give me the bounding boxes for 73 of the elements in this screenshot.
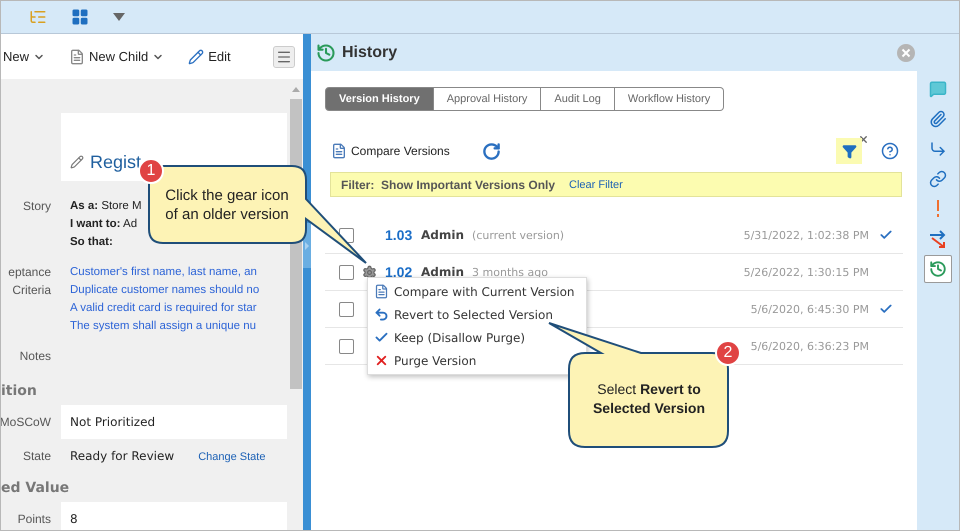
field-value: Not Prioritized [70, 415, 156, 429]
document-icon [331, 143, 347, 159]
version-date: 5/6/2020, 6:45:30 PM [750, 302, 869, 316]
author-name: Admin [421, 228, 464, 242]
field-label: Story [22, 198, 51, 215]
tab[interactable]: Version History [325, 87, 434, 111]
callout-text: Click the gear icon of an older version [164, 186, 290, 224]
change-state-link[interactable]: Change State [198, 451, 266, 463]
field-label: Notes [18, 348, 51, 365]
tab[interactable]: Approval History [434, 87, 542, 111]
compare-versions-button[interactable]: Compare Versions [331, 143, 450, 159]
exclamation-icon [936, 200, 940, 218]
history-icon [929, 260, 947, 278]
crossed-arrows-icon [928, 229, 948, 249]
clear-icon[interactable] [858, 134, 869, 145]
version-link[interactable]: 1.02 [385, 264, 421, 280]
cross-icon [374, 353, 389, 368]
pencil-icon [188, 48, 204, 64]
menu-icon [276, 48, 292, 64]
sidebar-button[interactable] [924, 255, 952, 283]
author-name: Admin [421, 265, 464, 279]
field-label: Points [16, 511, 51, 528]
menu-item[interactable]: Purge Version [368, 349, 480, 372]
refresh-icon[interactable] [482, 142, 501, 160]
clear-filter-link[interactable]: Clear Filter [569, 178, 623, 190]
document-icon [374, 284, 389, 299]
history-icon [316, 42, 336, 62]
tab[interactable]: Workflow History [614, 87, 724, 111]
row-checkbox[interactable] [339, 338, 354, 354]
dropdown-triangle-icon[interactable] [113, 13, 125, 21]
step-badge: 2 [715, 340, 741, 366]
menu-item[interactable]: Revert to Selected Version [368, 303, 557, 326]
funnel-icon [842, 144, 856, 158]
new-child-button[interactable]: New Child [69, 48, 164, 64]
menu-item[interactable]: Compare with Current Version [368, 280, 579, 303]
field-label: State [22, 448, 51, 465]
field-value: 8 [70, 512, 78, 526]
document-icon [69, 48, 86, 64]
menu-button[interactable] [273, 46, 295, 68]
section-heading: ition [1, 382, 38, 401]
version-note: (current version) [472, 228, 564, 242]
story-line: I want to: Ad [70, 217, 138, 232]
panel-title: History [342, 44, 398, 62]
new-button[interactable]: New [3, 49, 46, 64]
menu-item[interactable]: Keep (Disallow Purge) [368, 326, 530, 349]
comment-icon [929, 80, 947, 98]
version-date: 5/31/2022, 1:02:38 PM [744, 228, 869, 242]
story-line: So that: [70, 235, 113, 250]
undo-arrow-icon [374, 307, 389, 322]
paperclip-icon [929, 110, 947, 128]
row-checkbox[interactable] [339, 264, 354, 280]
filter-text: Filter: Show Important Versions Only [341, 178, 556, 192]
version-date: 5/6/2020, 6:36:23 PM [750, 340, 869, 352]
story-line: As a: Store M [70, 199, 142, 214]
link-icon [929, 170, 947, 188]
criteria-line: Duplicate customer names should no [70, 283, 260, 298]
field-label: MoSCoW [1, 414, 51, 431]
grid-icon[interactable] [71, 8, 89, 26]
version-link[interactable]: 1.03 [385, 227, 421, 243]
criteria-line: The system shall assign a unique nu [70, 319, 256, 334]
bent-arrow-icon [929, 140, 947, 158]
callout-text: Select Revert to Selected Version [592, 380, 706, 418]
edit-button[interactable]: Edit [188, 48, 231, 64]
criteria-line: Customer's first name, last name, an [70, 265, 257, 280]
field-label: eptance Criteria [7, 264, 51, 299]
help-icon[interactable] [881, 142, 899, 160]
tab[interactable]: Audit Log [541, 87, 615, 111]
filter-button[interactable] [836, 138, 862, 164]
criteria-line: A valid credit card is required for star [70, 301, 257, 316]
version-date: 5/26/2022, 1:30:15 PM [744, 266, 869, 278]
row-checkbox[interactable] [339, 302, 354, 316]
section-heading: ed Value [1, 479, 70, 498]
field-value: Ready for Review [70, 449, 174, 463]
